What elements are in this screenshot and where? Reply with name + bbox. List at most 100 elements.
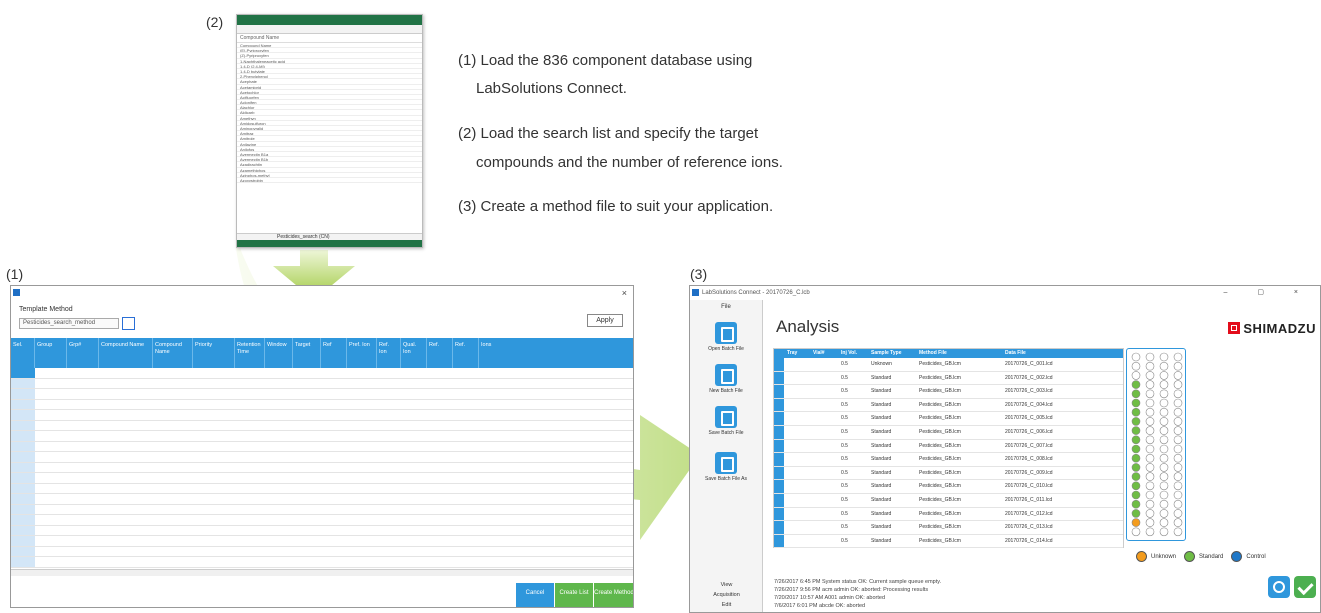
row-selector[interactable] xyxy=(774,358,784,371)
table-cell xyxy=(67,557,99,567)
row-selector[interactable] xyxy=(774,439,784,453)
save-batch-file-as-button[interactable]: Save Batch File As xyxy=(705,452,747,482)
table-row[interactable] xyxy=(11,557,633,568)
batch-cell xyxy=(784,508,810,521)
table-row[interactable] xyxy=(11,431,633,442)
column-header[interactable]: Ref. xyxy=(453,338,479,368)
column-header[interactable]: Compound Name xyxy=(99,338,153,368)
window-controls[interactable]: – ▢ × xyxy=(1224,286,1312,300)
column-header[interactable]: Inj Vol. xyxy=(838,349,868,358)
page-title: Analysis xyxy=(776,317,840,336)
ok-button[interactable] xyxy=(1294,576,1316,598)
column-header[interactable]: Ref xyxy=(321,338,347,368)
table-row[interactable] xyxy=(11,452,633,463)
column-header[interactable]: Pref. Ion xyxy=(347,338,377,368)
batch-row[interactable]: 0.5 Unknown Pesticides_GB.lcm 20170726_C_00… xyxy=(774,358,1123,372)
column-header[interactable]: Grp# xyxy=(67,338,99,368)
table-row[interactable] xyxy=(11,389,633,400)
table-row[interactable] xyxy=(11,368,633,379)
excel-row[interactable]: Azoxystrobin xyxy=(237,178,422,184)
table-row[interactable] xyxy=(11,441,633,452)
batch-row[interactable]: 0.5 Standard Pesticides_GB.lcm 20170726_C_0… xyxy=(774,534,1123,549)
batch-row[interactable]: 0.5 Standard Pesticides_GB.lcm 20170726_C_0… xyxy=(774,425,1123,440)
table-row[interactable] xyxy=(11,504,633,515)
column-header[interactable]: Vial# xyxy=(810,349,838,358)
row-selector[interactable] xyxy=(774,521,784,534)
cancel-button[interactable] xyxy=(1268,576,1290,598)
column-header[interactable]: Data File xyxy=(1002,349,1062,358)
row-selector[interactable] xyxy=(774,398,784,412)
create-method-button[interactable]: Create Method xyxy=(594,583,633,607)
apply-button[interactable]: Apply xyxy=(587,314,623,327)
row-selector[interactable] xyxy=(774,453,784,466)
column-header[interactable]: Ions xyxy=(479,338,633,368)
create-list-button[interactable]: Create List xyxy=(555,583,593,607)
vial-position xyxy=(1159,444,1169,454)
nav-edit[interactable]: Edit xyxy=(690,602,763,608)
column-header[interactable]: Target xyxy=(293,338,321,368)
row-selector[interactable] xyxy=(774,534,784,548)
nav-view[interactable]: View xyxy=(690,582,763,588)
table-row[interactable] xyxy=(11,378,633,389)
batch-row[interactable]: 0.5 Standard Pesticides_GB.lcm 20170726_C_0… xyxy=(774,466,1123,481)
batch-row[interactable]: 0.5 Standard Pesticides_GB.lcm 20170726_C_0… xyxy=(774,371,1123,386)
table-row[interactable] xyxy=(11,525,633,536)
column-header[interactable]: Qual. Ion xyxy=(401,338,427,368)
horizontal-scrollbar[interactable] xyxy=(11,569,633,576)
batch-row[interactable]: 0.5 Standard Pesticides_GB.lcm 20170726_C_0… xyxy=(774,453,1123,467)
column-header[interactable]: Sel. xyxy=(11,338,35,368)
row-selector[interactable] xyxy=(774,480,784,493)
row-selector[interactable] xyxy=(774,493,784,507)
table-row[interactable] xyxy=(11,515,633,526)
column-header[interactable]: Ref. Ion xyxy=(377,338,401,368)
column-header[interactable]: Window xyxy=(265,338,293,368)
column-header[interactable]: Tray xyxy=(784,349,810,358)
row-selector[interactable] xyxy=(774,425,784,439)
batch-row[interactable]: 0.5 Standard Pesticides_GB.lcm 20170726_C_0… xyxy=(774,439,1123,454)
close-icon[interactable]: × xyxy=(622,286,627,300)
column-header[interactable]: Sample Type xyxy=(868,349,916,358)
batch-row[interactable]: 0.5 Standard Pesticides_GB.lcm 20170726_C_0… xyxy=(774,521,1123,535)
table-row[interactable] xyxy=(11,399,633,410)
tray-plate[interactable] xyxy=(1126,348,1186,541)
table-row[interactable] xyxy=(11,494,633,505)
open-batch-file-button[interactable]: Open Batch File xyxy=(706,322,746,352)
batch-cell xyxy=(784,521,810,534)
cancel-button[interactable]: Cancel xyxy=(516,583,554,607)
row-selector[interactable] xyxy=(774,412,784,425)
row-selector[interactable] xyxy=(774,385,784,398)
template-method-checkbox[interactable] xyxy=(122,317,135,330)
row-selector[interactable] xyxy=(774,466,784,480)
table-row[interactable] xyxy=(11,546,633,557)
new-batch-file-button[interactable]: New Batch File xyxy=(706,364,746,394)
column-header[interactable]: Compound Name xyxy=(153,338,193,368)
nav-acquisition[interactable]: Acquisition xyxy=(690,592,763,598)
template-method-select[interactable]: Pesticides_search_method xyxy=(19,318,119,329)
excel-formula-bar[interactable]: Compound Name xyxy=(237,34,422,43)
column-header[interactable]: Priority xyxy=(193,338,235,368)
excel-ribbon[interactable] xyxy=(237,25,422,34)
table-row[interactable] xyxy=(11,410,633,421)
table-cell xyxy=(293,442,321,452)
file-menu[interactable]: File xyxy=(690,300,762,310)
batch-row[interactable]: 0.5 Standard Pesticides_GB.lcm 20170726_C_0… xyxy=(774,480,1123,494)
column-header[interactable]: Method File xyxy=(916,349,1002,358)
table-row[interactable] xyxy=(11,462,633,473)
batch-row[interactable]: 0.5 Standard Pesticides_GB.lcm 20170726_C_0… xyxy=(774,398,1123,413)
save-batch-file-button[interactable]: Save Batch File xyxy=(706,406,746,436)
table-row[interactable] xyxy=(11,483,633,494)
table-row[interactable] xyxy=(11,536,633,547)
excel-sheet-tab[interactable]: Pesticides_search (CN) xyxy=(237,233,422,240)
batch-row[interactable]: 0.5 Standard Pesticides_GB.lcm 20170726_C_0… xyxy=(774,412,1123,426)
column-header[interactable]: Ref. xyxy=(427,338,453,368)
batch-row[interactable]: 0.5 Standard Pesticides_GB.lcm 20170726_C_0… xyxy=(774,385,1123,399)
row-selector[interactable] xyxy=(774,507,784,521)
table-row[interactable] xyxy=(11,473,633,484)
table-cell xyxy=(99,473,153,483)
batch-row[interactable]: 0.5 Standard Pesticides_GB.lcm 20170726_C_0… xyxy=(774,507,1123,522)
batch-row[interactable]: 0.5 Standard Pesticides_GB.lcm 20170726_C_0… xyxy=(774,493,1123,508)
table-row[interactable] xyxy=(11,420,633,431)
column-header[interactable]: Retention Time xyxy=(235,338,265,368)
column-header[interactable]: Group xyxy=(35,338,67,368)
row-selector[interactable] xyxy=(774,371,784,385)
